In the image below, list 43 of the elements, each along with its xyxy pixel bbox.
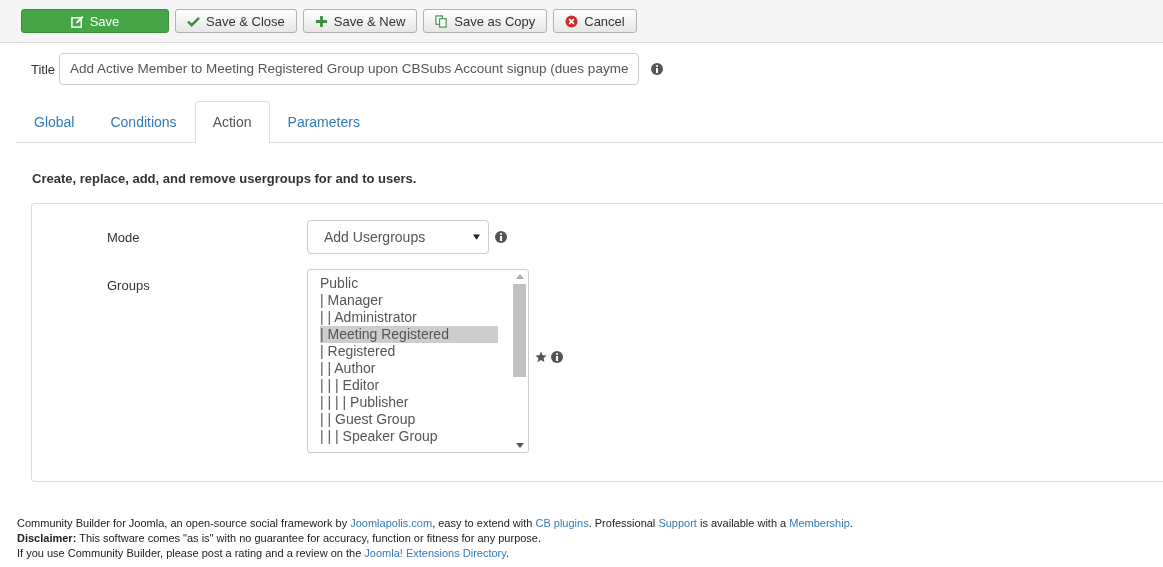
title-label: Title <box>31 61 56 77</box>
close-icon <box>565 14 579 28</box>
plus-icon <box>314 14 328 28</box>
footer-link[interactable]: Membership <box>789 517 850 529</box>
toolbar-button[interactable]: Save & New <box>302 9 418 33</box>
scroll-down-icon[interactable] <box>515 443 524 448</box>
groups-label: Groups <box>106 277 151 293</box>
tab[interactable]: Global <box>16 101 93 142</box>
footer-text: Disclaimer: This software comes "as is" with no guarantee for accuracy, function or fitness for any purpose. <box>17 531 543 546</box>
footer-link[interactable]: Support <box>658 517 697 529</box>
tab[interactable]: Action <box>194 101 270 144</box>
info-icon[interactable] <box>495 231 507 243</box>
group-option[interactable]: | Meeting Registered <box>320 326 498 343</box>
group-option[interactable]: | | | | Publisher <box>320 394 498 411</box>
mode-label: Mode <box>106 229 141 245</box>
info-icon[interactable] <box>651 63 664 75</box>
mode-dropdown[interactable]: Add Usergroups <box>307 220 489 254</box>
toolbar-button[interactable]: Save & Close <box>175 9 297 33</box>
caret-icon <box>473 234 480 240</box>
footer-link[interactable]: CB plugins <box>535 517 589 529</box>
toolbar-button[interactable]: Save as Copy <box>423 9 548 33</box>
check-icon <box>187 14 200 28</box>
footer-text: Community Builder for Joomla, an open-source social framework by Joomlapolis.com, easy to extend with CB plugins. Professional Support is available with a Membership. <box>17 516 854 531</box>
title-field[interactable]: Add Active Member to Meeting Registered Group upon CBSubs Account signup (dues payme <box>59 53 640 85</box>
copy-icon <box>435 14 449 28</box>
group-option[interactable]: | | Author <box>320 360 498 377</box>
group-option[interactable]: | | Guest Group <box>320 411 498 428</box>
group-option[interactable]: | | | Speaker Group <box>320 428 498 445</box>
group-option[interactable]: | | Administrator <box>320 309 498 326</box>
edit-icon <box>70 14 84 28</box>
footer-link[interactable]: Joomla! Extensions Directory <box>364 547 506 559</box>
groups-listbox[interactable]: Public | Manager | | Administrator | Meeting Registered | Registered | | Author | | | Editor | | | | Publisher | | Guest Group | | | Speaker Group <box>307 269 529 453</box>
group-option[interactable]: | Registered <box>320 343 498 360</box>
star-icon[interactable] <box>535 351 547 363</box>
group-option[interactable]: | Manager <box>320 292 498 309</box>
tab[interactable]: Parameters <box>269 101 378 142</box>
group-option[interactable]: Public <box>320 275 498 292</box>
footer-text: If you use Community Builder, please post a rating and a review on the Joomla! Extensions Directory. <box>17 546 510 561</box>
group-option[interactable]: | | | Editor <box>320 377 498 394</box>
info-icon[interactable] <box>551 351 563 363</box>
tab[interactable]: Conditions <box>92 101 195 142</box>
description-text: Create, replace, add, and remove usergroups for and to users. <box>32 171 418 186</box>
toolbar-button[interactable]: Cancel <box>553 9 637 33</box>
